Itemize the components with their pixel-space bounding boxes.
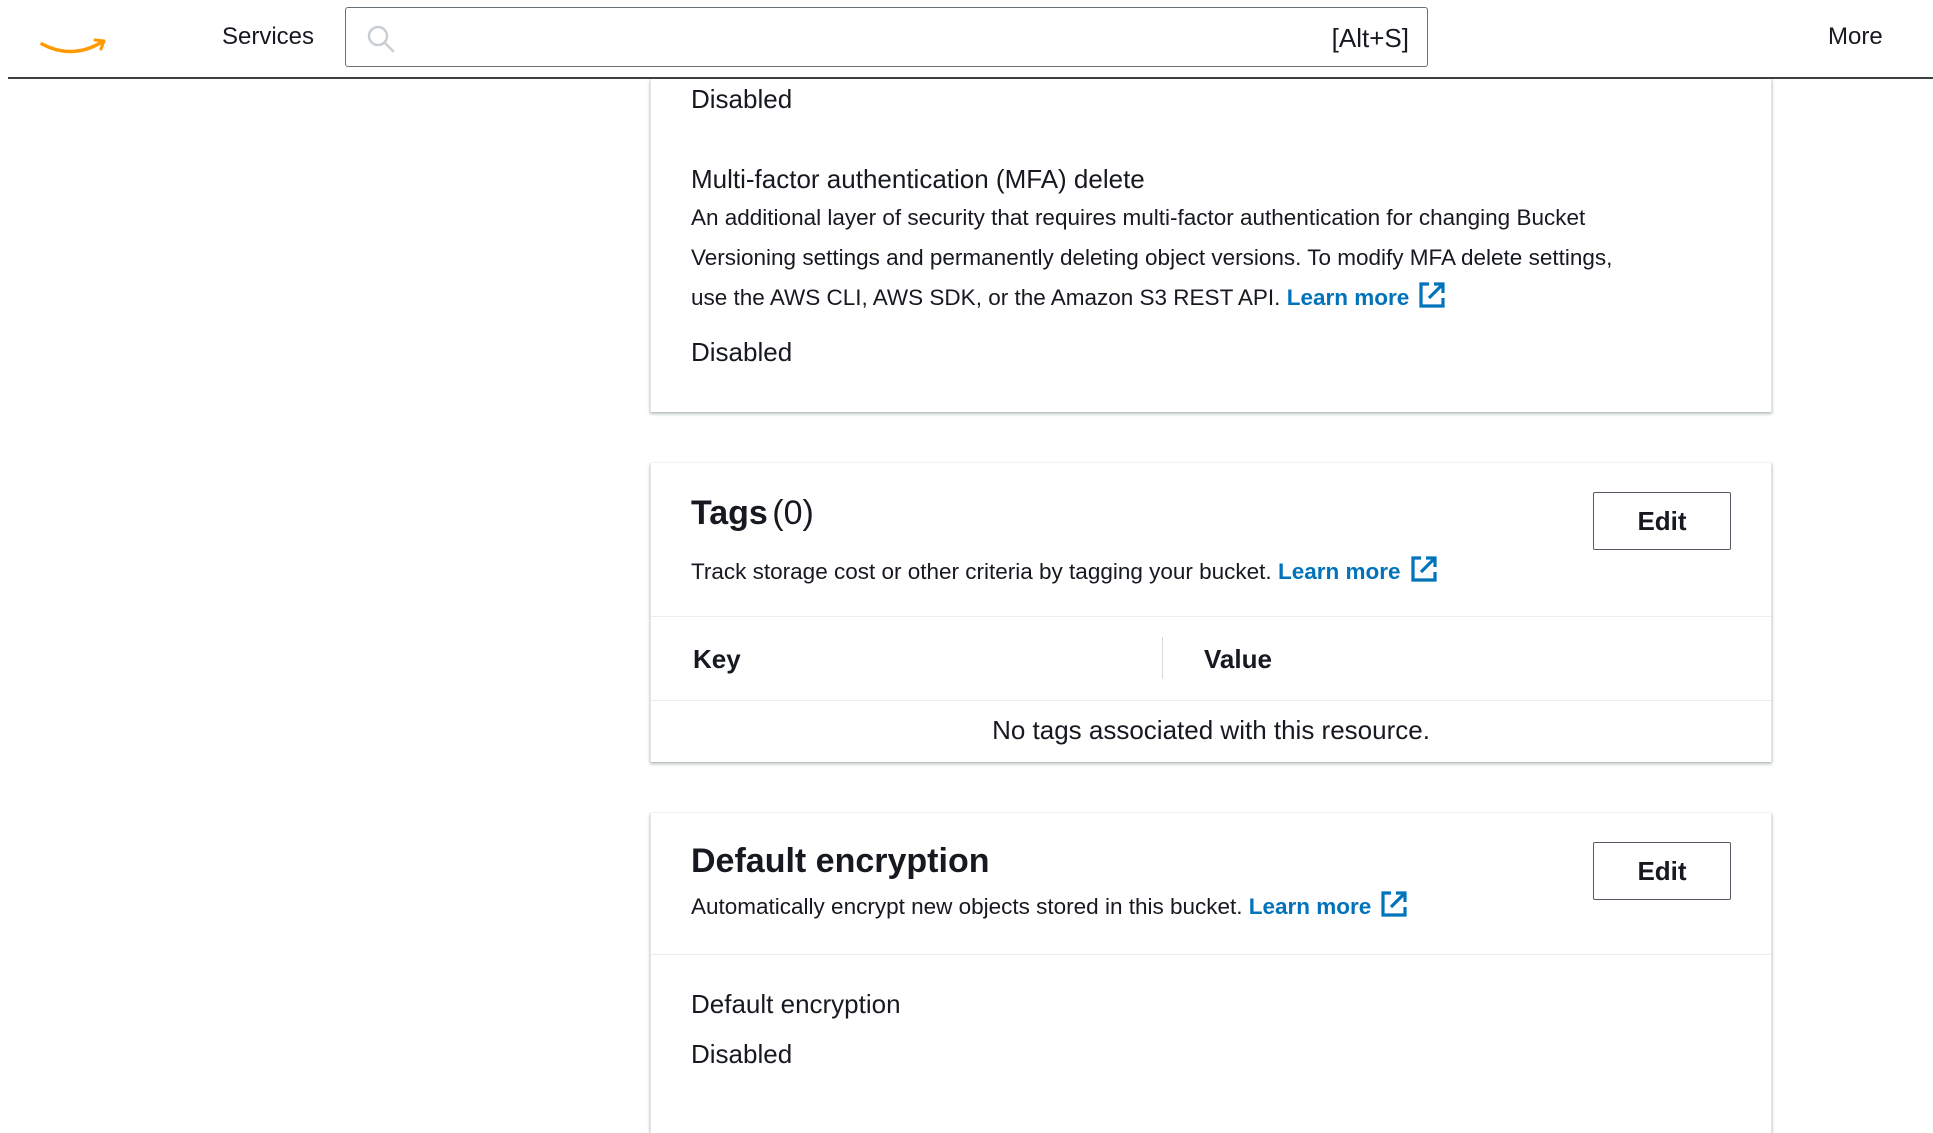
services-menu[interactable]: Services xyxy=(222,22,314,52)
external-link-icon[interactable] xyxy=(1409,554,1439,584)
encryption-learn-more-link[interactable]: Learn more xyxy=(1249,894,1372,919)
top-navigation: Services [Alt+S] More xyxy=(0,0,1933,79)
encryption-description: Automatically encrypt new objects stored… xyxy=(691,887,1409,927)
tags-title: Tags xyxy=(691,494,768,532)
search-icon xyxy=(367,25,395,53)
tags-empty-message: No tags associated with this resource. xyxy=(992,715,1430,745)
search-input[interactable] xyxy=(408,18,1308,56)
tags-edit-button[interactable]: Edit xyxy=(1593,492,1731,550)
mfa-delete-label: Multi-factor authentication (MFA) delete xyxy=(691,164,1145,194)
encryption-field-label: Default encryption xyxy=(691,989,901,1019)
tags-header: Tags (0) xyxy=(691,491,814,535)
more-menu[interactable]: More xyxy=(1828,22,1883,52)
search-box[interactable]: [Alt+S] xyxy=(345,7,1428,67)
encryption-edit-button[interactable]: Edit xyxy=(1593,842,1731,900)
tags-table-header-divider xyxy=(651,700,1771,701)
tags-description: Track storage cost or other criteria by … xyxy=(691,552,1439,592)
external-link-icon[interactable] xyxy=(1379,889,1409,919)
mfa-desc-line-3-text: use the AWS CLI, AWS SDK, or the Amazon … xyxy=(691,285,1281,310)
tags-column-key[interactable]: Key xyxy=(693,644,741,675)
tags-header-divider xyxy=(651,616,1771,617)
encryption-header-divider xyxy=(651,954,1771,955)
encryption-title: Default encryption xyxy=(691,842,990,880)
search-shortcut-hint: [Alt+S] xyxy=(1331,23,1409,53)
default-encryption-card: Default encryption Edit Automatically en… xyxy=(650,813,1772,1133)
encryption-desc-text: Automatically encrypt new objects stored… xyxy=(691,894,1243,919)
aws-logo-icon[interactable] xyxy=(40,34,108,64)
external-link-icon[interactable] xyxy=(1417,280,1447,310)
mfa-learn-more-link[interactable]: Learn more xyxy=(1287,285,1410,310)
tags-column-value[interactable]: Value xyxy=(1204,644,1272,675)
mfa-desc-line-1: An additional layer of security that req… xyxy=(691,205,1586,230)
mfa-delete-value: Disabled xyxy=(691,337,793,367)
encryption-field-value: Disabled xyxy=(691,1039,793,1069)
tags-count: (0) xyxy=(772,494,814,532)
tags-card: Tags (0) Edit Track storage cost or othe… xyxy=(650,463,1772,762)
bucket-versioning-card: Disabled Multi-factor authentication (MF… xyxy=(650,79,1772,412)
mfa-desc-line-2: Versioning settings and permanently dele… xyxy=(691,245,1613,270)
tags-learn-more-link[interactable]: Learn more xyxy=(1278,559,1401,584)
versioning-status-value: Disabled xyxy=(691,84,793,114)
mfa-desc-line-3: use the AWS CLI, AWS SDK, or the Amazon … xyxy=(691,278,1751,318)
column-resizer[interactable] xyxy=(1162,637,1163,679)
tags-desc-text: Track storage cost or other criteria by … xyxy=(691,559,1272,584)
mfa-delete-description: An additional layer of security that req… xyxy=(691,198,1751,318)
